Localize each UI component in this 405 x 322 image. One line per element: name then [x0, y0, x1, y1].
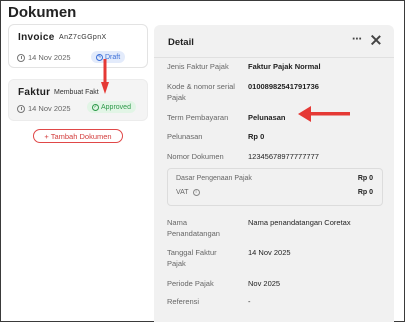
clock-icon — [17, 104, 25, 113]
document-subtitle: AnZ7cGGpnX — [59, 34, 107, 41]
document-card-faktur[interactable]: Faktur Membuat Fakt 14 Nov 2025 ✓ Approv… — [8, 79, 148, 121]
document-date-text: 14 Nov 2025 — [28, 104, 71, 113]
dpp-label: Dasar Pengenaan Pajak — [176, 175, 252, 182]
vat-label: VAT — [176, 189, 189, 196]
field-label-term-pembayaran: Term Pembayaran — [167, 113, 229, 122]
status-badge-label: Approved — [101, 103, 131, 111]
field-label-tanggal-faktur: Tanggal Faktur Pajak — [167, 248, 217, 268]
field-value-jenis-faktur: Faktur Pajak Normal — [248, 62, 321, 71]
field-value-referensi: - — [248, 297, 251, 306]
page-title: Dokumen — [8, 4, 77, 21]
field-label-periode-pajak: Periode Pajak — [167, 279, 214, 288]
field-label-pelunasan: Pelunasan — [167, 132, 203, 141]
field-label-kode-serial: Kode & nomor serial Pajak — [167, 82, 235, 102]
divider — [154, 57, 394, 58]
annotation-arrow-left-icon — [298, 106, 350, 122]
field-value-tanggal-faktur: 14 Nov 2025 — [248, 248, 291, 257]
document-date: 14 Nov 2025 — [17, 104, 71, 113]
field-value-kode-serial: 01008982541791736 — [248, 82, 319, 91]
document-title: Invoice — [18, 32, 55, 43]
document-date: 14 Nov 2025 — [17, 53, 71, 62]
tax-summary-box: Dasar Pengenaan Pajak Rp 0 VAT i Rp 0 — [167, 168, 383, 206]
field-value-term-pembayaran: Pelunasan — [248, 113, 286, 122]
vat-value: Rp 0 — [357, 189, 373, 196]
document-date-text: 14 Nov 2025 — [28, 53, 71, 62]
field-value-nama-penandatangan: Nama penandatangan Coretax — [248, 218, 351, 227]
field-value-pelunasan: Rp 0 — [248, 132, 265, 141]
document-title: Faktur — [18, 87, 51, 98]
document-card-invoice[interactable]: Invoice AnZ7cGGpnX 14 Nov 2025 ✎ Draft — [8, 24, 148, 68]
info-icon[interactable]: i — [192, 189, 200, 196]
close-icon[interactable] — [370, 34, 382, 46]
field-value-periode-pajak: Nov 2025 — [248, 279, 281, 288]
field-label-jenis-faktur: Jenis Faktur Pajak — [167, 62, 229, 71]
document-subtitle: Membuat Fakt — [54, 89, 99, 96]
check-circle-icon: ✓ — [92, 103, 99, 111]
field-label-nama-penandatangan: Nama Penandatangan — [167, 218, 220, 238]
field-label-nomor-dokumen: Nomor Dokumen — [167, 152, 224, 161]
more-options-icon[interactable]: ⋯ — [352, 34, 362, 45]
vat-label-group: VAT i — [176, 189, 200, 196]
detail-title: Detail — [168, 37, 194, 48]
detail-panel: Detail ⋯ Jenis Faktur Pajak Faktur Pajak… — [154, 25, 394, 322]
status-badge-approved: ✓ Approved — [87, 101, 136, 113]
field-label-referensi: Referensi — [167, 297, 200, 306]
clock-icon — [17, 53, 25, 62]
dpp-value: Rp 0 — [357, 175, 373, 182]
add-document-button[interactable]: + Tambah Dokumen — [33, 129, 123, 143]
annotation-arrow-down-icon — [101, 59, 109, 94]
field-value-nomor-dokumen: 12345678977777777 — [248, 152, 319, 161]
